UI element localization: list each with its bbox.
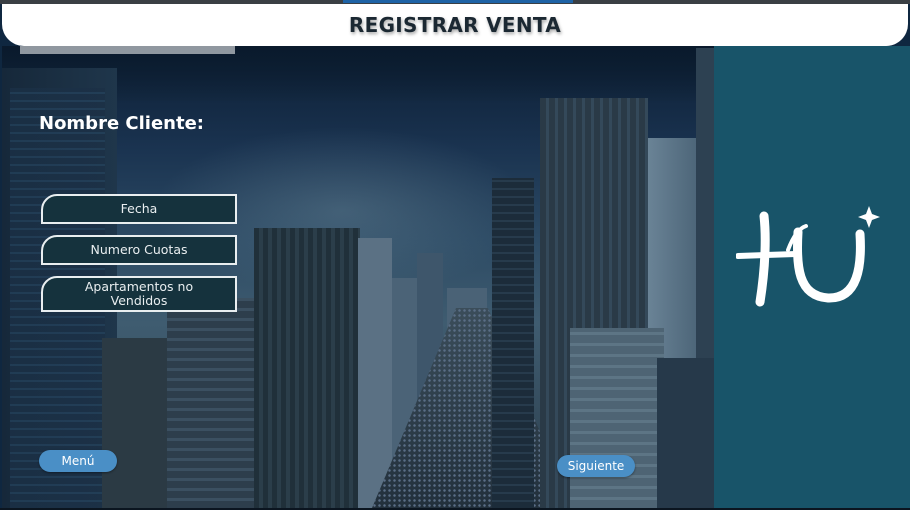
brand-panel: [714, 46, 910, 510]
building: [358, 238, 392, 508]
page-title: REGISTRAR VENTA: [348, 13, 562, 37]
building: [657, 358, 714, 508]
building: [254, 228, 360, 508]
hu-logo-icon: [736, 206, 880, 307]
header-bar: REGISTRAR VENTA: [2, 4, 908, 46]
client-name-label: Nombre Cliente:: [39, 113, 205, 134]
next-button[interactable]: Siguiente: [557, 455, 635, 477]
window-frame-tab: [343, 0, 573, 3]
building: [570, 328, 664, 508]
menu-button[interactable]: Menú: [39, 450, 117, 472]
unsold-apartments-button[interactable]: Apartamentos no Vendidos: [41, 276, 237, 312]
building: [492, 178, 534, 508]
installments-button[interactable]: Numero Cuotas: [41, 235, 237, 265]
date-button[interactable]: Fecha: [41, 194, 237, 224]
image-top-strip: [20, 46, 235, 54]
building: [102, 338, 172, 508]
